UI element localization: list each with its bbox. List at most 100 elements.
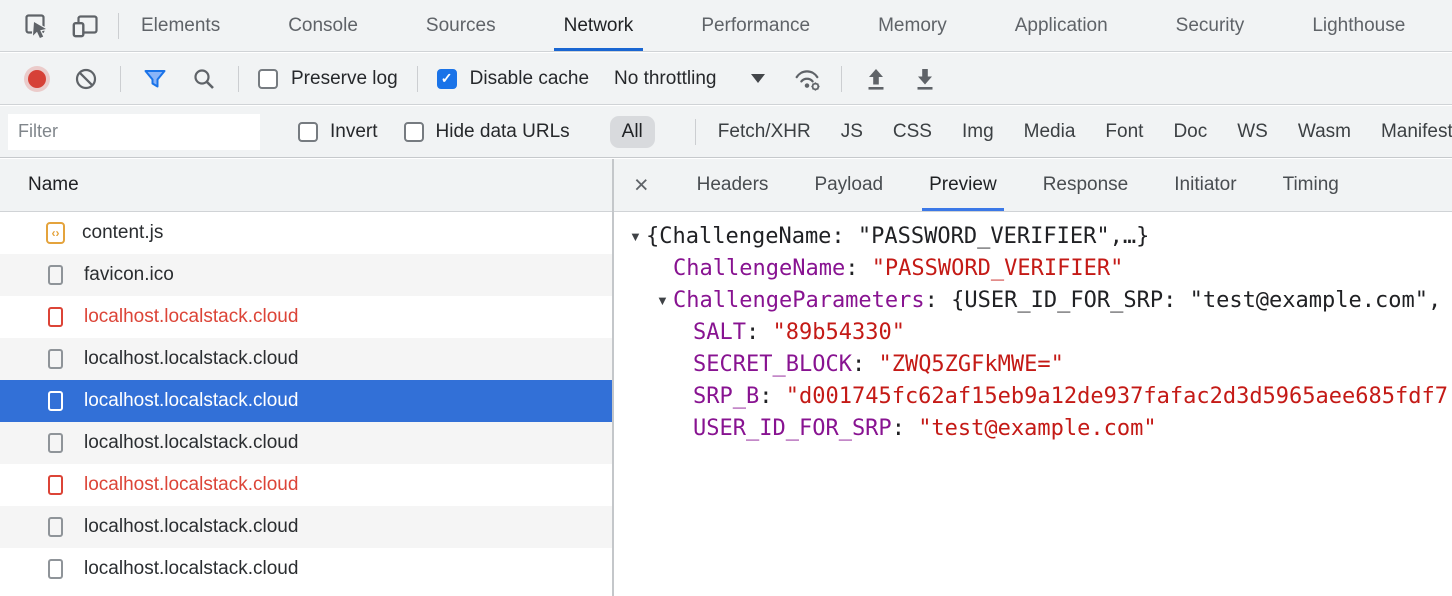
device-toolbar-icon[interactable] <box>70 11 100 41</box>
export-har-icon[interactable] <box>910 64 940 94</box>
filter-pill-wasm[interactable]: Wasm <box>1298 121 1351 143</box>
table-row[interactable]: localhost.localstack.cloud <box>0 422 612 464</box>
filter-pill-manifest[interactable]: Manifest <box>1381 121 1452 143</box>
close-icon[interactable]: × <box>634 173 649 198</box>
json-string: "PASSWORD_VERIFIER" <box>872 256 1124 281</box>
disable-cache-checkbox[interactable]: ✓ <box>437 69 457 89</box>
filter-pill-js[interactable]: JS <box>841 121 863 143</box>
detail-tab-timing[interactable]: Timing <box>1283 159 1339 211</box>
clear-network-log-icon[interactable] <box>71 64 101 94</box>
tab-elements[interactable]: Elements <box>141 0 220 51</box>
json-text: {ChallengeName: "PASSWORD_VERIFIER",…} <box>646 224 1149 249</box>
detail-tab-response[interactable]: Response <box>1043 159 1129 211</box>
table-row[interactable]: localhost.localstack.cloud <box>0 296 612 338</box>
divider <box>695 119 696 145</box>
detail-tab-preview[interactable]: Preview <box>929 159 997 211</box>
tab-security[interactable]: Security <box>1176 0 1245 51</box>
search-icon[interactable] <box>189 64 219 94</box>
request-name: localhost.localstack.cloud <box>84 432 298 454</box>
table-row[interactable]: favicon.ico <box>0 254 612 296</box>
document-file-icon <box>48 391 63 411</box>
request-name: localhost.localstack.cloud <box>84 306 298 328</box>
json-text: : <box>746 320 773 345</box>
filter-pill-css[interactable]: CSS <box>893 121 932 143</box>
detail-tab-initiator[interactable]: Initiator <box>1174 159 1236 211</box>
invert-checkbox[interactable] <box>298 122 318 142</box>
filter-input[interactable] <box>8 114 260 150</box>
detail-tab-payload[interactable]: Payload <box>814 159 883 211</box>
table-row[interactable]: localhost.localstack.cloud <box>0 338 612 380</box>
resource-type-filters: All Fetch/XHR JS CSS Img Media Font Doc WS Wasm Ma… <box>610 116 1452 148</box>
divider <box>120 66 121 92</box>
json-text: : <box>759 384 786 409</box>
tree-line: SRP_B: "d001745fc62af15eb9a12de937fafac2… <box>614 381 1452 413</box>
tab-console[interactable]: Console <box>288 0 358 51</box>
json-text: : <box>925 288 952 313</box>
inspect-element-icon[interactable] <box>22 11 52 41</box>
json-string: "ZWQ5ZGFkMWE=" <box>878 352 1063 377</box>
tree-line: SECRET_BLOCK: "ZWQ5ZGFkMWE=" <box>614 349 1452 381</box>
request-detail-pane: × Headers Payload Preview Response Initiator… <box>614 159 1452 596</box>
record-network-log-button[interactable] <box>28 70 46 88</box>
filter-pill-doc[interactable]: Doc <box>1173 121 1207 143</box>
divider <box>841 66 842 92</box>
tab-lighthouse[interactable]: Lighthouse <box>1312 0 1405 51</box>
json-key: SECRET_BLOCK <box>693 352 852 377</box>
request-name: localhost.localstack.cloud <box>84 558 298 580</box>
document-file-icon <box>48 559 63 579</box>
name-column-header[interactable]: Name <box>0 159 612 212</box>
tab-sources[interactable]: Sources <box>426 0 496 51</box>
json-key: SRP_B <box>693 384 759 409</box>
tab-memory[interactable]: Memory <box>878 0 947 51</box>
chevron-down-icon[interactable] <box>751 74 765 83</box>
preserve-log-checkbox[interactable] <box>258 69 278 89</box>
json-key: USER_ID_FOR_SRP <box>693 416 892 441</box>
filter-pill-ws[interactable]: WS <box>1237 121 1268 143</box>
filter-pill-img[interactable]: Img <box>962 121 994 143</box>
tree-line: SALT: "89b54330" <box>614 317 1452 349</box>
json-string: "89b54330" <box>772 320 904 345</box>
document-file-icon <box>48 517 63 537</box>
json-text: : <box>892 416 919 441</box>
tab-performance[interactable]: Performance <box>701 0 810 51</box>
hide-data-urls-checkbox[interactable] <box>404 122 424 142</box>
tab-network[interactable]: Network <box>564 0 634 51</box>
request-list-pane: Name ‹›content.js favicon.ico localhost.lo… <box>0 159 614 596</box>
filter-pill-fetch-xhr[interactable]: Fetch/XHR <box>718 121 811 143</box>
filter-pill-font[interactable]: Font <box>1105 121 1143 143</box>
filter-bar: Invert Hide data URLs AllFetch/XHRJSCSSI… <box>0 106 1452 158</box>
table-row[interactable]: localhost.localstack.cloud <box>0 506 612 548</box>
filter-toggle-icon[interactable] <box>140 64 170 94</box>
json-key: SALT <box>693 320 746 345</box>
detail-tabs: Headers Payload Preview Response Initiator Ti… <box>697 159 1339 211</box>
tab-application[interactable]: Application <box>1015 0 1108 51</box>
import-har-icon[interactable] <box>861 64 891 94</box>
name-column-label: Name <box>28 174 79 196</box>
filter-pill-media[interactable]: Media <box>1024 121 1076 143</box>
document-file-icon <box>48 307 63 327</box>
table-row[interactable]: ‹›content.js <box>0 212 612 254</box>
tree-line: ▼ChallengeParameters: {USER_ID_FOR_SRP: … <box>614 285 1452 317</box>
table-row[interactable]: localhost.localstack.cloud <box>0 380 612 422</box>
tree-line: ▼{ChallengeName: "PASSWORD_VERIFIER",…} <box>614 221 1452 253</box>
request-name: localhost.localstack.cloud <box>84 390 298 412</box>
tree-line: ChallengeName: "PASSWORD_VERIFIER" <box>614 253 1452 285</box>
throttling-select[interactable]: No throttling <box>614 68 716 90</box>
network-conditions-icon[interactable] <box>792 64 822 94</box>
detail-tab-bar: × Headers Payload Preview Response Initiator… <box>614 159 1452 212</box>
table-row[interactable]: localhost.localstack.cloud <box>0 464 612 506</box>
table-row[interactable]: localhost.localstack.cloud <box>0 548 612 590</box>
divider <box>238 66 239 92</box>
filter-pill-all[interactable]: All <box>610 116 655 148</box>
document-file-icon <box>48 475 63 495</box>
request-name: favicon.ico <box>84 264 174 286</box>
expander-icon[interactable]: ▼ <box>656 285 673 317</box>
document-file-icon <box>48 349 63 369</box>
preserve-log-label: Preserve log <box>291 68 398 90</box>
document-file-icon <box>48 433 63 453</box>
json-key: ChallengeName <box>673 256 845 281</box>
detail-tab-headers[interactable]: Headers <box>697 159 769 211</box>
json-text: : <box>852 352 879 377</box>
request-name: localhost.localstack.cloud <box>84 516 298 538</box>
expander-icon[interactable]: ▼ <box>629 221 646 253</box>
